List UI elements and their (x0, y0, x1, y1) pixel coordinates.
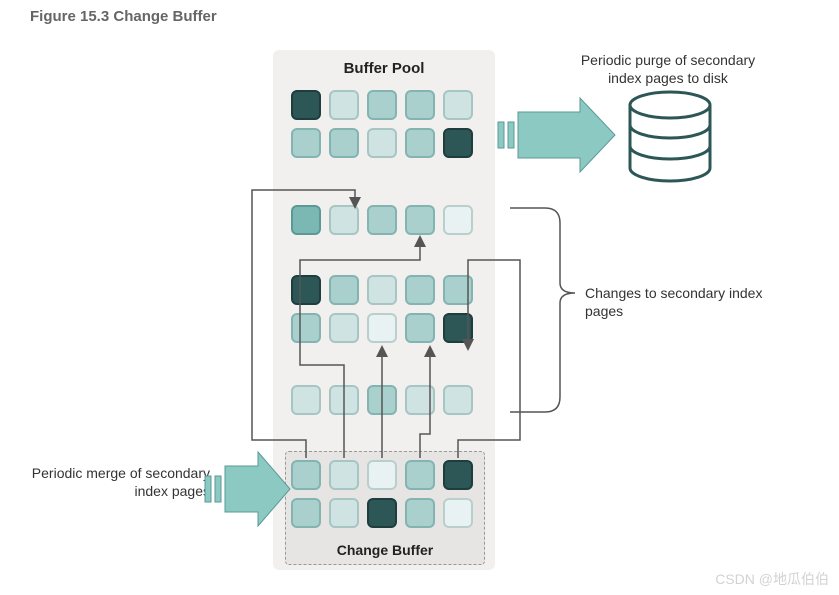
page-cell (405, 460, 435, 490)
page-cell (405, 498, 435, 528)
page-cell (291, 498, 321, 528)
page-cell (443, 385, 473, 415)
label-merge: Periodic merge of secondary index pages (30, 465, 210, 500)
page-cell (329, 460, 359, 490)
page-cell (443, 313, 473, 343)
page-cell (367, 498, 397, 528)
bracket-changes (510, 208, 575, 412)
change-buffer-label: Change Buffer (286, 542, 484, 558)
page-cell (367, 128, 397, 158)
page-cell (405, 275, 435, 305)
page-cell (329, 128, 359, 158)
page-cell (367, 313, 397, 343)
page-cell (367, 385, 397, 415)
page-cell (291, 128, 321, 158)
page-cell (291, 205, 321, 235)
page-cell (329, 205, 359, 235)
page-cell (329, 90, 359, 120)
page-cell (291, 313, 321, 343)
page-cell (329, 313, 359, 343)
page-cell (443, 90, 473, 120)
pool-grid-mid1 (291, 205, 473, 235)
page-cell (443, 128, 473, 158)
page-cell (405, 205, 435, 235)
page-cell (443, 498, 473, 528)
pool-grid-mid2 (291, 275, 473, 343)
page-cell (367, 90, 397, 120)
page-cell (405, 385, 435, 415)
page-cell (329, 275, 359, 305)
label-changes: Changes to secondary index pages (585, 285, 765, 320)
page-cell (405, 128, 435, 158)
page-cell (329, 498, 359, 528)
database-icon (630, 92, 710, 181)
pool-grid-bot (291, 385, 473, 415)
page-cell (443, 205, 473, 235)
arrow-purge-icon (498, 98, 615, 172)
page-cell (291, 460, 321, 490)
page-cell (367, 205, 397, 235)
page-cell (367, 275, 397, 305)
buffer-pool-label: Buffer Pool (273, 60, 495, 77)
watermark: CSDN @地瓜伯伯 (715, 569, 829, 589)
page-cell (405, 313, 435, 343)
page-cell (405, 90, 435, 120)
pool-grid-top (291, 90, 473, 158)
page-cell (291, 275, 321, 305)
label-purge: Periodic purge of secondary index pages … (568, 52, 768, 87)
page-cell (443, 460, 473, 490)
page-cell (367, 460, 397, 490)
figure-title: Figure 15.3 Change Buffer (30, 8, 217, 25)
change-buffer-grid (291, 460, 473, 528)
page-cell (291, 385, 321, 415)
page-cell (329, 385, 359, 415)
page-cell (291, 90, 321, 120)
page-cell (443, 275, 473, 305)
